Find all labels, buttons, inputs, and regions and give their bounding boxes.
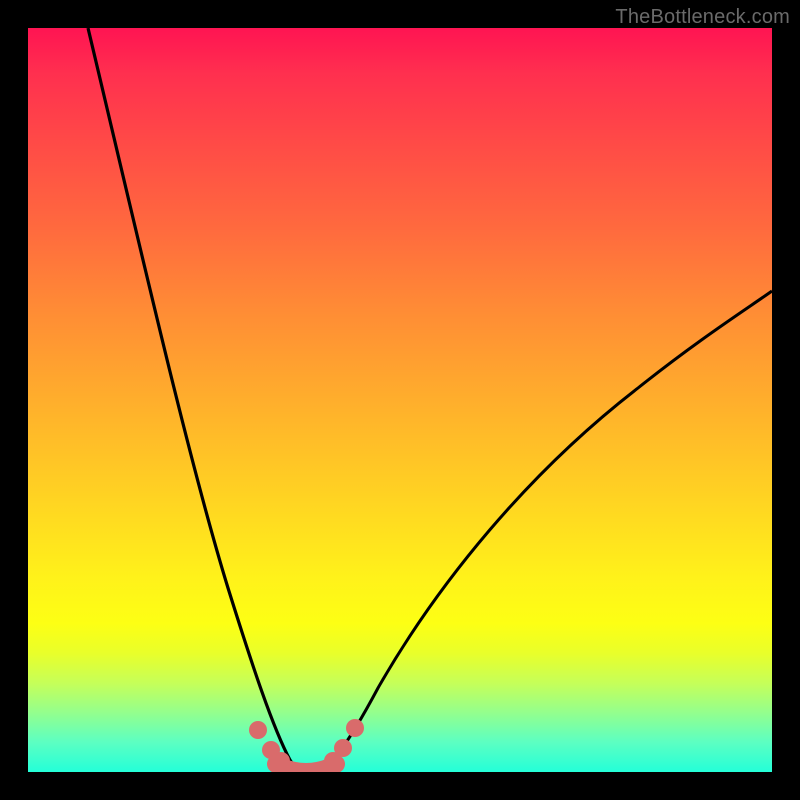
marker-dot: [272, 752, 290, 770]
curve-left: [88, 28, 306, 771]
watermark-text: TheBottleneck.com: [615, 6, 790, 29]
marker-dot: [346, 719, 364, 737]
marker-dot: [249, 721, 267, 739]
chart-svg: [28, 28, 772, 772]
curve-right: [313, 291, 772, 771]
chart-plot-area: [28, 28, 772, 772]
marker-dot: [334, 739, 352, 757]
